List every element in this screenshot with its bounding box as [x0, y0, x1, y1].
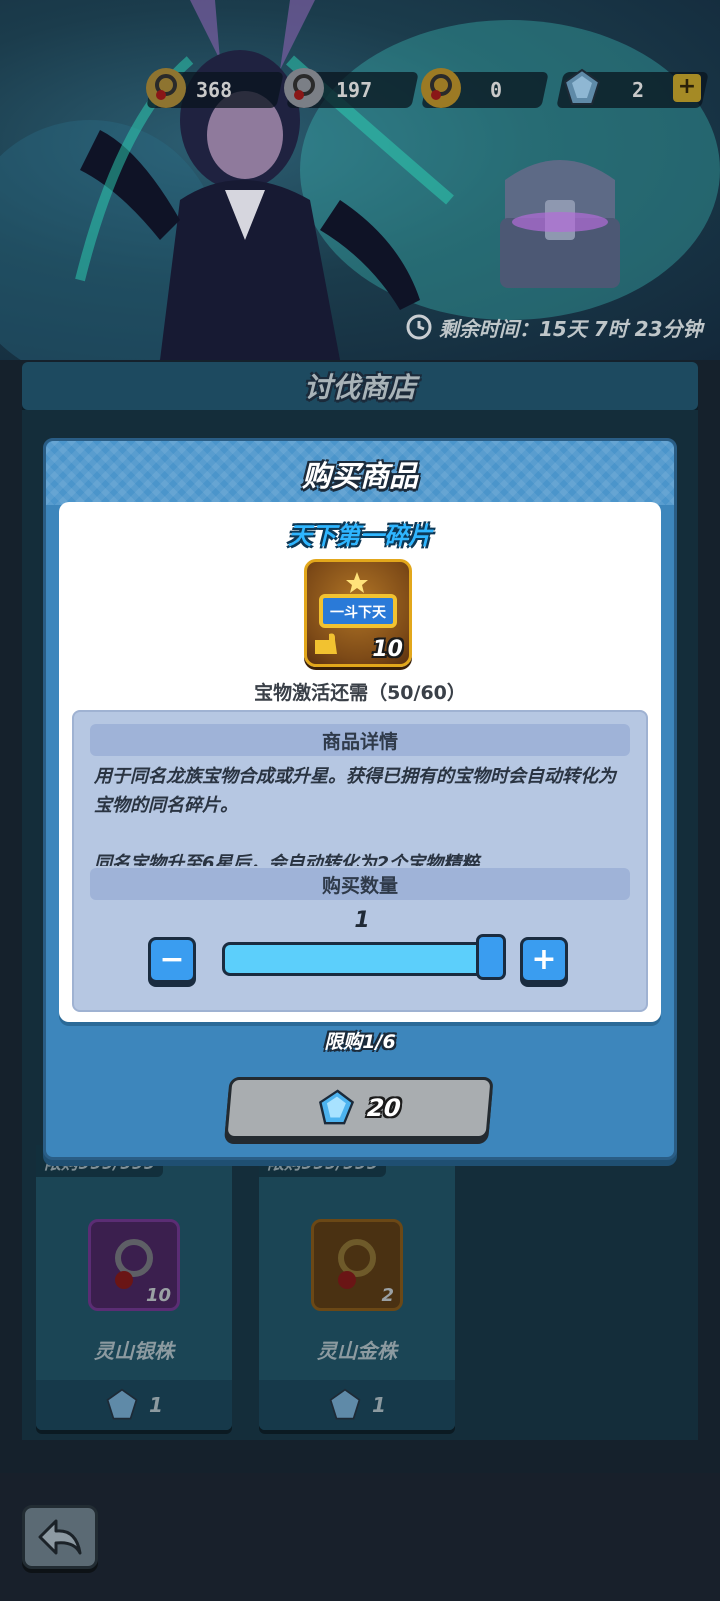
bottom-bar	[0, 1473, 720, 1601]
buy-price: 20	[366, 1094, 402, 1122]
back-arrow-icon	[38, 1519, 82, 1555]
item-count: 10	[145, 1285, 171, 1306]
diamond-count: 2	[632, 78, 645, 102]
item-name: 灵山银株	[94, 1339, 174, 1363]
diamond-icon	[562, 68, 602, 108]
detail-header: 商品详情	[90, 724, 630, 756]
gold-bead-icon	[421, 68, 461, 108]
silver-bead-count: 368	[196, 78, 233, 102]
item-badge-text: 一斗下天	[330, 605, 387, 621]
currency-bar: 368 197 0 2 +	[0, 68, 720, 112]
event-timer: 剩余时间：15天 7时 23分钟	[405, 310, 703, 344]
item-name: 天下第一碎片	[288, 522, 432, 550]
gold-herb-icon: 2	[311, 1219, 403, 1311]
shop-card[interactable]: 限购999/999 2 灵山金株 1	[259, 1145, 455, 1430]
shop-card[interactable]: 限购999/999 10 灵山银株 1	[36, 1145, 232, 1430]
quantity-header: 购买数量	[90, 868, 630, 900]
item-fragment-icon: 一斗下天 10	[304, 559, 412, 667]
add-diamond-button[interactable]: +	[673, 74, 701, 102]
clock-icon	[406, 314, 432, 340]
item-name: 灵山金株	[317, 1339, 397, 1363]
diamond-icon	[106, 1388, 138, 1420]
purchase-limit: 限购1/6	[324, 1031, 396, 1053]
dialog-title: 购买商品	[301, 459, 418, 493]
purchase-dialog: 购买商品 天下第一碎片 一斗下天 10 宝物激活还需（50/60） 商品详情 用…	[43, 438, 677, 1160]
bronze-bead-icon	[284, 68, 324, 108]
quantity-value: 1	[354, 908, 370, 933]
hero-banner	[0, 0, 720, 360]
slider-handle[interactable]	[476, 934, 506, 980]
item-count: 2	[381, 1285, 394, 1306]
card-price: 1	[259, 1380, 455, 1430]
description-scroll[interactable]: 用于同名龙族宝物合成或升星。获得已拥有的宝物时会自动转化为宝物的同名碎片。 同名…	[94, 762, 630, 866]
silver-bead-icon	[146, 68, 186, 108]
buy-button[interactable]: 20	[224, 1077, 494, 1139]
character-illustration	[75, 0, 454, 360]
activation-requirement: 宝物激活还需（50/60）	[254, 682, 466, 704]
description-paragraph: 同名宝物升至6星后，会自动转化为2个宝物精粹	[94, 853, 480, 866]
shop-title: 讨伐商店	[303, 371, 416, 404]
diamond-icon	[329, 1388, 361, 1420]
treasure-chest-icon	[500, 160, 620, 288]
quantity-slider[interactable]	[222, 942, 504, 976]
shop-header: 讨伐商店	[22, 362, 698, 410]
price-value: 1	[149, 1393, 163, 1417]
decrease-quantity-button[interactable]: −	[148, 937, 196, 983]
item-panel: 天下第一碎片 一斗下天 10 宝物激活还需（50/60） 商品详情 用于同名龙族…	[59, 502, 661, 1022]
gold-bead-count: 0	[490, 78, 503, 102]
back-button[interactable]	[22, 1505, 98, 1569]
diamond-icon	[319, 1089, 355, 1125]
bronze-bead-count: 197	[336, 78, 373, 102]
silver-herb-icon: 10	[88, 1219, 180, 1311]
card-price: 1	[36, 1380, 232, 1430]
increase-quantity-button[interactable]: +	[520, 937, 568, 983]
price-value: 1	[372, 1393, 386, 1417]
description-text: 用于同名龙族宝物合成或升星。获得已拥有的宝物时会自动转化为宝物的同名碎片。 同名…	[94, 762, 630, 866]
detail-box: 商品详情 用于同名龙族宝物合成或升星。获得已拥有的宝物时会自动转化为宝物的同名碎…	[72, 710, 648, 1012]
description-paragraph: 用于同名龙族宝物合成或升星。获得已拥有的宝物时会自动转化为宝物的同名碎片。	[94, 766, 616, 816]
timer-text: 剩余时间：15天 7时 23分钟	[439, 316, 703, 341]
item-count: 10	[372, 637, 403, 662]
